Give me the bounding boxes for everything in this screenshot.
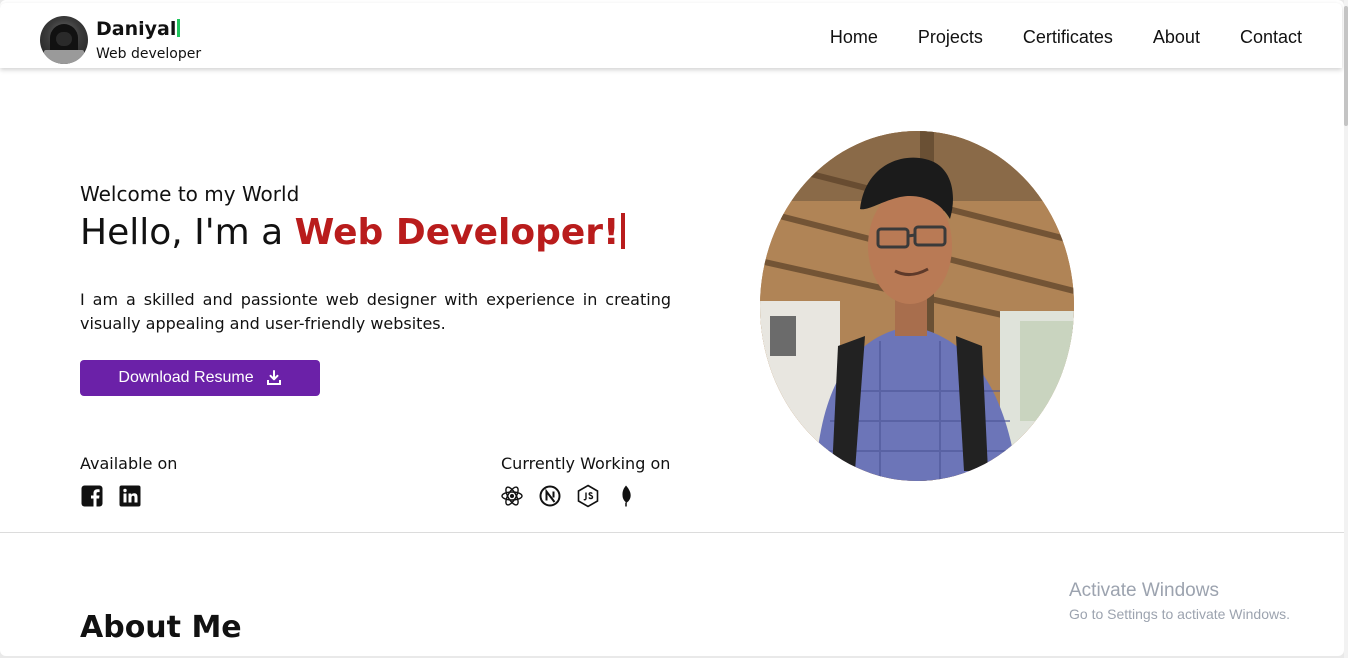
section-divider: [0, 532, 1344, 533]
brand-subtitle: Web developer: [96, 46, 202, 62]
nav-certificates[interactable]: Certificates: [1023, 27, 1113, 48]
scrollbar-thumb[interactable]: [1344, 6, 1348, 126]
download-resume-label: Download Resume: [118, 369, 254, 386]
currently-working-label: Currently Working on: [501, 454, 671, 473]
available-on-label: Available on: [80, 454, 178, 473]
typing-caret: [621, 213, 626, 249]
download-icon: [266, 370, 281, 385]
tech-stack: [500, 484, 638, 508]
react-icon: [501, 486, 523, 506]
download-resume-button[interactable]: Download Resume: [80, 360, 320, 396]
brand-name[interactable]: Daniyal: [96, 18, 181, 40]
hero-heading-role: Web Developer!: [294, 212, 620, 253]
social-links: [80, 484, 142, 508]
activate-windows-subtitle: Go to Settings to activate Windows.: [1069, 606, 1290, 622]
welcome-text: Welcome to my World: [80, 182, 300, 206]
nav-about[interactable]: About: [1153, 27, 1200, 48]
hero-bio: I am a skilled and passionte web designe…: [80, 290, 671, 333]
profile-photo: [760, 131, 1074, 481]
profile-photo-illustration: [760, 131, 1074, 481]
main-nav: Home Projects Certificates About Contact: [790, 27, 1302, 48]
linkedin-icon[interactable]: [118, 484, 142, 508]
avatar[interactable]: [40, 16, 88, 64]
avatar-face: [56, 32, 72, 46]
activate-windows-title: Activate Windows: [1069, 580, 1219, 601]
mongodb-icon: [622, 485, 631, 507]
brand-name-text: Daniyal: [96, 18, 177, 40]
nav-projects[interactable]: Projects: [918, 27, 983, 48]
nodejs-icon: [577, 484, 599, 508]
brand-cursor: [177, 19, 181, 37]
facebook-icon[interactable]: [80, 484, 104, 508]
hero-heading: Hello, I'm a Web Developer!: [80, 212, 626, 253]
nextjs-icon: [539, 485, 561, 507]
nav-home[interactable]: Home: [830, 27, 878, 48]
page: Daniyal Web developer Home Projects Cert…: [0, 0, 1344, 656]
nav-contact[interactable]: Contact: [1240, 27, 1302, 48]
hero-heading-prefix: Hello, I'm a: [80, 212, 295, 253]
page-scrollbar[interactable]: [1344, 0, 1348, 658]
about-heading: About Me: [80, 610, 242, 645]
site-header: Daniyal Web developer Home Projects Cert…: [0, 3, 1342, 68]
avatar-laptop: [44, 50, 84, 64]
